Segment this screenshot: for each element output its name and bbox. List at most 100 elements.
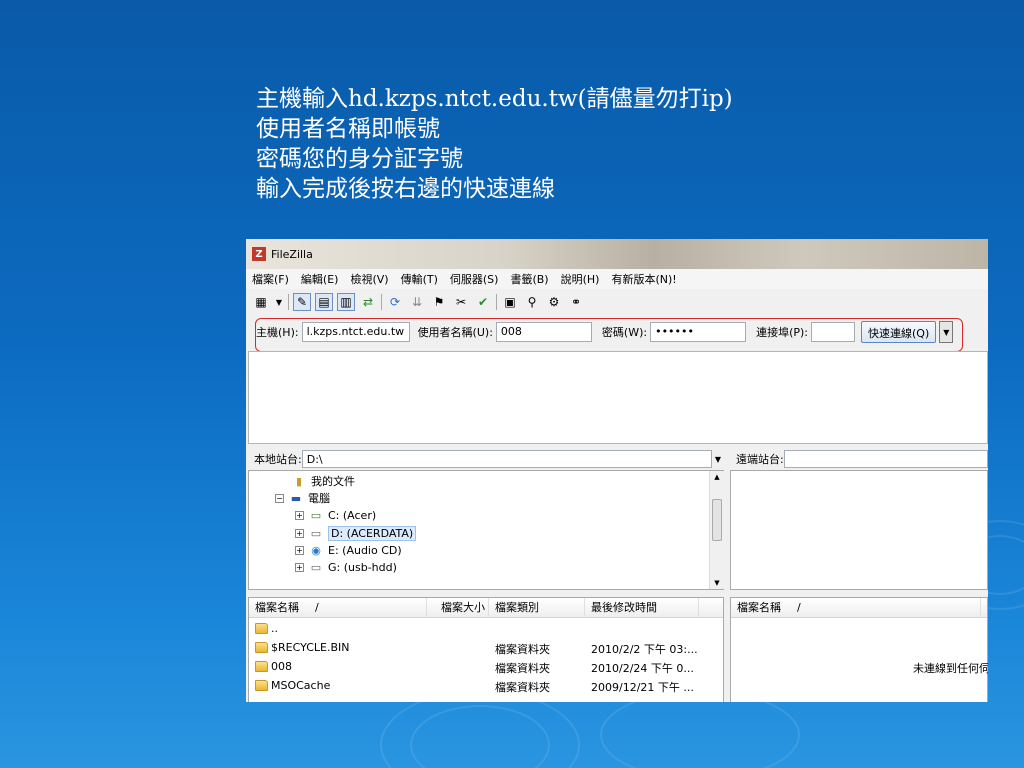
local-site-label: 本地站台: [254, 453, 302, 466]
file-modified: 2010/2/2 下午 03:... [591, 643, 698, 656]
sort-indicator: / [791, 597, 981, 618]
expand-icon[interactable]: + [295, 510, 304, 520]
highlight-annotation [255, 318, 963, 352]
file-type: 檔案資料夾 [495, 643, 550, 656]
remote-tree-icon[interactable]: ▥ [337, 293, 355, 311]
sort-indicator: / [309, 597, 427, 618]
window-title: FileZilla [271, 247, 313, 261]
remote-site-bar: 遠端站台: [730, 449, 988, 469]
tree-item-drive-e[interactable]: + ◉ E: (Audio CD) [295, 543, 402, 557]
menu-server[interactable]: 伺服器(S) [450, 271, 499, 287]
site-manager-icon[interactable]: ▦ [252, 293, 270, 311]
instruction-line: 密碼您的身分証字號 [256, 146, 463, 172]
file-type: 檔案資料夾 [495, 662, 550, 675]
file-row[interactable]: MSOCache [255, 676, 330, 695]
drive-icon: ▭ [310, 527, 322, 540]
compare-icon[interactable]: ⚲ [523, 293, 541, 311]
tree-item-drive-c[interactable]: + ▭ C: (Acer) [295, 508, 376, 522]
folder-icon [255, 642, 268, 653]
local-tree: ▮ 我的文件 − ▬ 電腦 + ▭ C: (Acer) + ▭ D: (ACER… [248, 470, 724, 590]
remote-status-text: 未連線到任何伺 [913, 662, 988, 675]
menu-view[interactable]: 檢視(V) [350, 271, 388, 287]
tree-item-drive-g[interactable]: + ▭ G: (usb-hdd) [295, 560, 397, 574]
search-icon[interactable]: ⚭ [567, 293, 585, 311]
tree-item-computer[interactable]: − ▬ 電腦 [275, 490, 330, 506]
refresh-icon[interactable]: ⟳ [386, 293, 404, 311]
local-file-list: 檔案名稱 / 檔案大小 檔案類別 最後修改時間 .. $RECYCLE.BIN … [248, 597, 724, 702]
file-name: 008 [271, 660, 292, 673]
tree-item-drive-d[interactable]: + ▭ D: (ACERDATA) [295, 526, 417, 541]
filter-icon[interactable]: ▣ [501, 293, 519, 311]
menu-bookmarks[interactable]: 書籤(B) [510, 271, 548, 287]
menu-bar: 檔案(F) 編輯(E) 檢視(V) 傳輸(T) 伺服器(S) 書籤(B) 說明(… [246, 269, 988, 289]
filezilla-icon: Z [252, 247, 266, 261]
toolbar-separator [288, 294, 289, 310]
documents-icon: ▮ [295, 474, 303, 488]
expand-icon[interactable]: + [295, 545, 304, 555]
collapse-icon[interactable]: − [275, 493, 284, 503]
scroll-down-icon[interactable]: ▼ [710, 579, 724, 587]
remote-file-list: 檔案名稱 / 未連線到任何伺 [730, 597, 988, 702]
column-modified[interactable]: 最後修改時間 [585, 597, 699, 618]
reconnect-icon[interactable]: ✔ [474, 293, 492, 311]
message-log [248, 351, 988, 444]
tree-item-documents[interactable]: ▮ 我的文件 [291, 473, 355, 489]
local-site-dropdown-icon[interactable]: ▼ [712, 455, 724, 464]
menu-help[interactable]: 說明(H) [561, 271, 600, 287]
transfer-queue-icon[interactable]: ⇄ [359, 293, 377, 311]
message-log-icon[interactable]: ✎ [293, 293, 311, 311]
file-row[interactable]: $RECYCLE.BIN [255, 638, 349, 657]
file-modified: 2010/2/24 下午 0... [591, 662, 694, 675]
disconnect-icon[interactable]: ✂ [452, 293, 470, 311]
folder-icon [255, 661, 268, 672]
scroll-thumb[interactable] [712, 499, 722, 541]
local-site-bar: 本地站台: D:\ ▼ [248, 449, 724, 469]
file-name: $RECYCLE.BIN [271, 641, 350, 654]
cancel-icon[interactable]: ⚑ [430, 293, 448, 311]
local-file-header: 檔案名稱 / 檔案大小 檔案類別 最後修改時間 [249, 597, 723, 618]
process-queue-icon[interactable]: ⇊ [408, 293, 426, 311]
instruction-line: 輸入完成後按右邊的快速連線 [256, 176, 555, 202]
file-name: MSOCache [271, 679, 331, 692]
file-modified: 2009/12/21 下午 ... [591, 681, 694, 694]
column-filesize[interactable]: 檔案大小 [427, 597, 489, 618]
sync-browse-icon[interactable]: ⚙ [545, 293, 563, 311]
column-filetype[interactable]: 檔案類別 [489, 597, 585, 618]
tree-item-label: 電腦 [308, 492, 330, 505]
file-row[interactable]: .. [255, 619, 278, 638]
remote-tree [730, 470, 988, 590]
remote-file-header: 檔案名稱 / [731, 597, 987, 618]
toolbar: ▦ ▼ ✎ ▤ ▥ ⇄ ⟳ ⇊ ⚑ ✂ ✔ ▣ ⚲ ⚙ ⚭ [246, 290, 988, 314]
title-bar: Z FileZilla [246, 239, 988, 269]
instructions: 主機輸入hd.kzps.ntct.edu.tw(請儘量勿打ip) 使用者名稱即帳… [256, 84, 733, 204]
expand-icon[interactable]: + [295, 529, 304, 538]
toolbar-separator [381, 294, 382, 310]
cd-icon: ◉ [311, 543, 321, 557]
menu-transfer[interactable]: 傳輸(T) [401, 271, 438, 287]
column-filename[interactable]: 檔案名稱 [731, 598, 791, 618]
instruction-line: 使用者名稱即帳號 [256, 116, 440, 142]
tree-item-label: G: (usb-hdd) [328, 560, 397, 574]
file-type: 檔案資料夾 [495, 681, 550, 694]
local-tree-scrollbar[interactable]: ▲ ▼ [709, 471, 724, 589]
folder-icon [255, 623, 268, 634]
local-tree-icon[interactable]: ▤ [315, 293, 333, 311]
drive-icon: ▭ [310, 560, 322, 574]
file-name: .. [271, 622, 278, 635]
toolbar-separator [496, 294, 497, 310]
drive-icon: ▭ [310, 508, 322, 522]
dropdown-icon[interactable]: ▼ [274, 293, 284, 311]
tree-item-label: D: (ACERDATA) [328, 526, 417, 541]
menu-file[interactable]: 檔案(F) [252, 271, 289, 287]
column-filename[interactable]: 檔案名稱 [249, 598, 309, 618]
scroll-up-icon[interactable]: ▲ [710, 473, 724, 481]
instruction-line: 主機輸入hd.kzps.ntct.edu.tw(請儘量勿打ip) [256, 86, 733, 112]
file-row[interactable]: 008 [255, 657, 292, 676]
folder-icon [255, 680, 268, 691]
remote-site-input[interactable] [783, 450, 988, 468]
expand-icon[interactable]: + [295, 562, 304, 572]
remote-site-label: 遠端站台: [736, 453, 784, 466]
local-site-input[interactable]: D:\ [301, 450, 712, 468]
menu-edit[interactable]: 編輯(E) [301, 271, 339, 287]
menu-new-version[interactable]: 有新版本(N)! [611, 271, 676, 287]
